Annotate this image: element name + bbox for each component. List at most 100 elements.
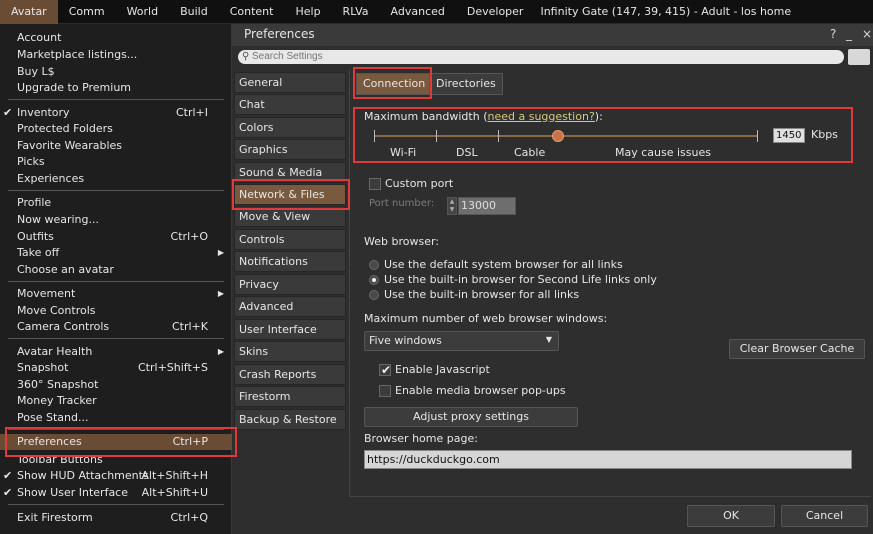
menu-item-camera-controls[interactable]: Camera Controls Ctrl+K bbox=[0, 319, 232, 335]
preferences-title-bar[interactable]: Preferences ? _ × bbox=[232, 24, 873, 46]
enable-javascript-checkbox[interactable] bbox=[379, 363, 391, 377]
category-skins[interactable]: Skins bbox=[234, 341, 346, 362]
menu-item-show-hud-attachments[interactable]: ✔ Show HUD Attachments Alt+Shift+H bbox=[0, 468, 232, 484]
menu-item-shortcut: Ctrl+I bbox=[175, 106, 208, 119]
menu-item-avatar-health[interactable]: Avatar Health ▶ bbox=[0, 344, 232, 360]
tick-label-cable: Cable bbox=[514, 146, 546, 159]
menu-item-label: Profile bbox=[17, 196, 52, 209]
menu-build[interactable]: Build bbox=[169, 0, 219, 24]
menu-item-picks[interactable]: Picks bbox=[0, 154, 232, 170]
ok-button[interactable]: OK bbox=[687, 505, 775, 527]
menu-developer[interactable]: Developer bbox=[456, 0, 535, 24]
category-sound-media[interactable]: Sound & Media bbox=[234, 162, 346, 183]
menu-item-inventory[interactable]: ✔ Inventory Ctrl+I bbox=[0, 105, 232, 121]
menu-item-label: Avatar Health bbox=[17, 345, 93, 358]
close-icon[interactable]: × bbox=[862, 27, 872, 41]
menu-content[interactable]: Content bbox=[219, 0, 285, 24]
menu-item-movement[interactable]: Movement ▶ bbox=[0, 286, 232, 302]
cancel-button[interactable]: Cancel bbox=[781, 505, 868, 527]
slider-thumb[interactable] bbox=[552, 130, 565, 142]
menu-item-outfits[interactable]: Outfits Ctrl+O bbox=[0, 229, 232, 245]
category-graphics[interactable]: Graphics bbox=[234, 139, 346, 160]
menu-rlva[interactable]: RLVa bbox=[332, 0, 380, 24]
category-move-view[interactable]: Move & View bbox=[234, 206, 346, 227]
menu-item-360-snapshot[interactable]: 360° Snapshot bbox=[0, 377, 232, 393]
browser-option-builtin-sl-label: Use the built-in browser for Second Life… bbox=[384, 273, 657, 286]
bandwidth-slider[interactable] bbox=[374, 127, 758, 147]
menu-item-preferences[interactable]: Preferences Ctrl+P bbox=[0, 434, 232, 450]
search-settings-input[interactable] bbox=[238, 50, 844, 64]
menu-item-experiences[interactable]: Experiences bbox=[0, 171, 232, 187]
menu-item-show-user-interface[interactable]: ✔ Show User Interface Alt+Shift+U bbox=[0, 485, 232, 501]
category-general[interactable]: General bbox=[234, 72, 346, 93]
menu-help[interactable]: Help bbox=[284, 0, 331, 24]
help-icon[interactable]: ? bbox=[830, 27, 836, 41]
menu-item-label: Movement bbox=[17, 287, 76, 300]
menu-item-label: Inventory bbox=[17, 106, 70, 119]
dropdown-value: Five windows bbox=[369, 334, 442, 347]
network-files-panel: Connection Directories Maximum bandwidth… bbox=[349, 69, 871, 497]
menu-item-favorite-wearables[interactable]: Favorite Wearables bbox=[0, 138, 232, 154]
location-readout[interactable]: Infinity Gate (147, 39, 415) - Adult - l… bbox=[540, 5, 791, 18]
enable-popups-checkbox[interactable] bbox=[379, 385, 391, 397]
max-windows-dropdown[interactable]: Five windows ▼ bbox=[364, 331, 559, 351]
category-notifications[interactable]: Notifications bbox=[234, 251, 346, 272]
bandwidth-value-field[interactable]: 1450 bbox=[773, 128, 805, 143]
port-number-field[interactable]: 13000 bbox=[458, 197, 516, 215]
menu-item-marketplace-listings[interactable]: Marketplace listings... bbox=[0, 47, 232, 63]
menu-item-profile[interactable]: Profile bbox=[0, 195, 232, 211]
menu-comm[interactable]: Comm bbox=[58, 0, 116, 24]
browser-option-builtin-all-radio[interactable] bbox=[369, 290, 379, 300]
menu-item-exit-firestorm[interactable]: Exit Firestorm Ctrl+Q bbox=[0, 510, 232, 526]
tab-connection[interactable]: Connection bbox=[356, 73, 433, 95]
menu-avatar[interactable]: Avatar bbox=[0, 0, 58, 24]
menu-advanced[interactable]: Advanced bbox=[380, 0, 456, 24]
search-options-button[interactable] bbox=[848, 49, 870, 65]
category-colors[interactable]: Colors bbox=[234, 117, 346, 138]
menu-item-now-wearing[interactable]: Now wearing... bbox=[0, 212, 232, 228]
menu-item-label: Favorite Wearables bbox=[17, 139, 122, 152]
suggestion-link[interactable]: need a suggestion? bbox=[487, 110, 594, 123]
adjust-proxy-button[interactable]: Adjust proxy settings bbox=[364, 407, 578, 427]
menu-world[interactable]: World bbox=[116, 0, 170, 24]
category-controls[interactable]: Controls bbox=[234, 229, 346, 250]
avatar-dropdown-menu: Account Marketplace listings... Buy L$ U… bbox=[0, 24, 232, 534]
menu-item-money-tracker[interactable]: Money Tracker bbox=[0, 393, 232, 409]
menu-item-take-off[interactable]: Take off ▶ bbox=[0, 245, 232, 261]
category-firestorm[interactable]: Firestorm bbox=[234, 386, 346, 407]
category-chat[interactable]: Chat bbox=[234, 94, 346, 115]
bandwidth-unit: Kbps bbox=[811, 128, 838, 141]
custom-port-checkbox[interactable] bbox=[369, 178, 381, 190]
submenu-arrow-icon: ▶ bbox=[217, 248, 224, 257]
menu-item-buy-linden[interactable]: Buy L$ bbox=[0, 64, 232, 80]
browser-option-builtin-sl-radio[interactable] bbox=[369, 275, 379, 285]
category-user-interface[interactable]: User Interface bbox=[234, 319, 346, 340]
menu-item-choose-avatar[interactable]: Choose an avatar bbox=[0, 262, 232, 278]
browser-option-default-radio[interactable] bbox=[369, 260, 379, 270]
menu-item-label: Upgrade to Premium bbox=[17, 81, 132, 94]
menu-item-upgrade-premium[interactable]: Upgrade to Premium bbox=[0, 80, 232, 96]
menu-item-toolbar-buttons[interactable]: Toolbar Buttons bbox=[0, 452, 232, 468]
category-privacy[interactable]: Privacy bbox=[234, 274, 346, 295]
menu-item-move-controls[interactable]: Move Controls bbox=[0, 303, 232, 319]
menu-item-pose-stand[interactable]: Pose Stand... bbox=[0, 410, 232, 426]
menu-item-shortcut: Ctrl+K bbox=[171, 320, 208, 333]
menu-item-snapshot[interactable]: Snapshot Ctrl+Shift+S bbox=[0, 360, 232, 376]
minimize-icon[interactable]: _ bbox=[846, 27, 852, 41]
category-advanced[interactable]: Advanced bbox=[234, 296, 346, 317]
tab-directories[interactable]: Directories bbox=[429, 73, 503, 95]
menu-item-account[interactable]: Account bbox=[0, 30, 232, 46]
slider-tick bbox=[436, 130, 437, 142]
category-backup-restore[interactable]: Backup & Restore bbox=[234, 409, 346, 430]
enable-javascript-label: Enable Javascript bbox=[395, 363, 490, 376]
top-menu-bar: Avatar Comm World Build Content Help RLV… bbox=[0, 0, 873, 24]
chevron-down-icon: ▼ bbox=[545, 335, 552, 344]
category-network-files[interactable]: Network & Files bbox=[234, 184, 346, 205]
port-stepper-icon[interactable]: ▲ ▼ bbox=[447, 197, 457, 215]
menu-separator bbox=[8, 99, 224, 100]
clear-browser-cache-button[interactable]: Clear Browser Cache bbox=[729, 339, 865, 359]
menu-item-protected-folders[interactable]: Protected Folders bbox=[0, 121, 232, 137]
home-page-field[interactable]: https://duckduckgo.com bbox=[364, 450, 852, 469]
checkmark-icon: ✔ bbox=[3, 486, 13, 499]
category-crash-reports[interactable]: Crash Reports bbox=[234, 364, 346, 385]
